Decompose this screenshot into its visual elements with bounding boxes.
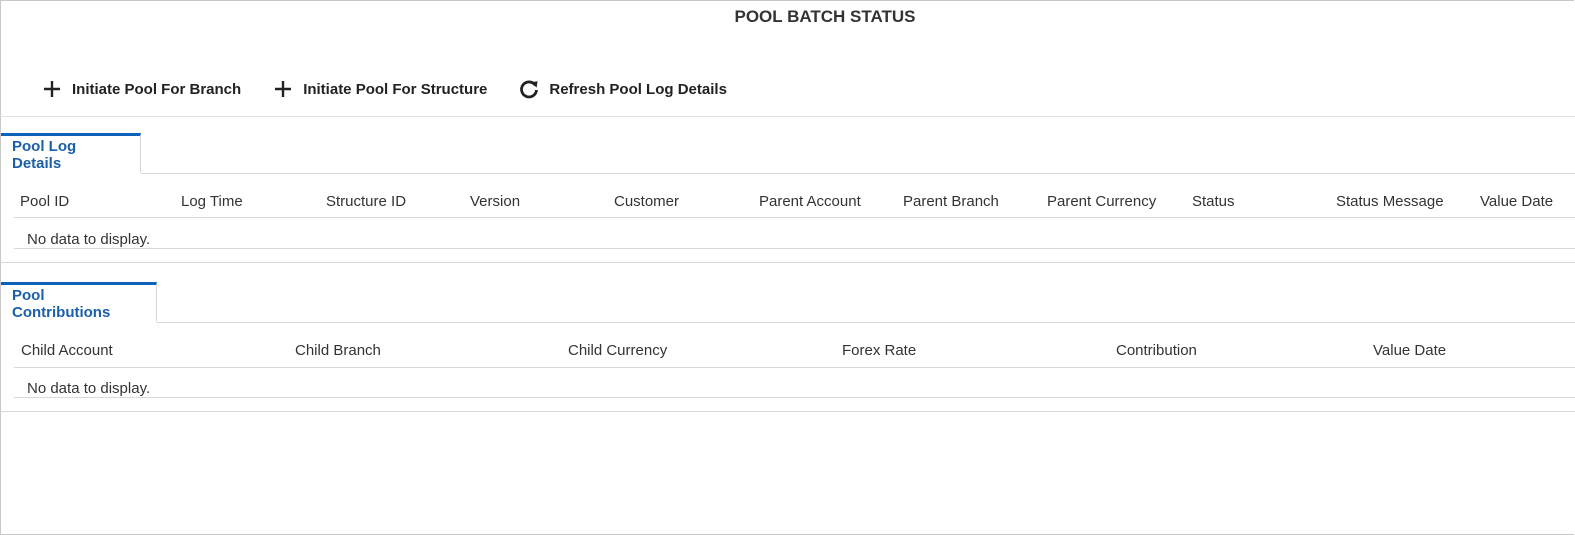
pool-log-header-row: Pool ID Log Time Structure ID Version Cu… bbox=[0, 193, 1575, 219]
row-divider bbox=[14, 397, 1575, 398]
col-structure-id[interactable]: Structure ID bbox=[326, 193, 406, 210]
plus-icon bbox=[271, 77, 295, 101]
plus-icon bbox=[40, 77, 64, 101]
initiate-pool-for-structure-label: Initiate Pool For Structure bbox=[303, 80, 488, 98]
refresh-pool-log-details-button[interactable]: Refresh Pool Log Details bbox=[517, 77, 727, 101]
panel-divider bbox=[0, 262, 1575, 263]
col-log-time[interactable]: Log Time bbox=[181, 193, 243, 210]
col-parent-currency[interactable]: Parent Currency bbox=[1047, 193, 1156, 210]
refresh-pool-log-details-label: Refresh Pool Log Details bbox=[549, 80, 727, 98]
col-contribution[interactable]: Contribution bbox=[1116, 342, 1197, 359]
col-parent-branch[interactable]: Parent Branch bbox=[903, 193, 999, 210]
header-divider bbox=[14, 367, 1575, 368]
tab-pool-log-details[interactable]: Pool Log Details bbox=[1, 133, 141, 173]
pool-log-tabbar: Pool Log Details bbox=[1, 133, 1575, 173]
col-child-currency[interactable]: Child Currency bbox=[568, 342, 667, 359]
col-customer[interactable]: Customer bbox=[614, 193, 679, 210]
pool-contrib-tabbar: Pool Contributions bbox=[1, 282, 1575, 322]
initiate-pool-for-branch-label: Initiate Pool For Branch bbox=[72, 80, 242, 98]
tab-underline bbox=[157, 322, 1575, 323]
toolbar-divider bbox=[0, 116, 1575, 117]
col-pool-id[interactable]: Pool ID bbox=[20, 193, 69, 210]
col-value-date[interactable]: Value Date bbox=[1480, 193, 1553, 210]
col-forex-rate[interactable]: Forex Rate bbox=[842, 342, 916, 359]
col-status-message[interactable]: Status Message bbox=[1336, 193, 1444, 210]
pool-contrib-header-row: Child Account Child Branch Child Currenc… bbox=[0, 342, 1575, 368]
col-parent-account[interactable]: Parent Account bbox=[759, 193, 861, 210]
pool-contrib-empty-message: No data to display. bbox=[27, 380, 151, 397]
col-status[interactable]: Status bbox=[1192, 193, 1235, 210]
col-value-date[interactable]: Value Date bbox=[1373, 342, 1446, 359]
col-child-branch[interactable]: Child Branch bbox=[295, 342, 381, 359]
tab-underline bbox=[141, 173, 1575, 174]
refresh-icon bbox=[517, 77, 541, 101]
col-child-account[interactable]: Child Account bbox=[21, 342, 113, 359]
panel-divider bbox=[0, 411, 1575, 412]
tab-pool-contributions[interactable]: Pool Contributions bbox=[1, 282, 157, 322]
page-title: POOL BATCH STATUS bbox=[734, 7, 916, 26]
header-divider bbox=[14, 217, 1575, 218]
col-version[interactable]: Version bbox=[470, 193, 520, 210]
pool-log-empty-message: No data to display. bbox=[27, 231, 151, 248]
initiate-pool-for-structure-button[interactable]: Initiate Pool For Structure bbox=[271, 77, 487, 101]
initiate-pool-for-branch-button[interactable]: Initiate Pool For Branch bbox=[40, 77, 241, 101]
toolbar: Initiate Pool For Branch Initiate Pool F… bbox=[40, 76, 757, 102]
row-divider bbox=[14, 248, 1575, 249]
